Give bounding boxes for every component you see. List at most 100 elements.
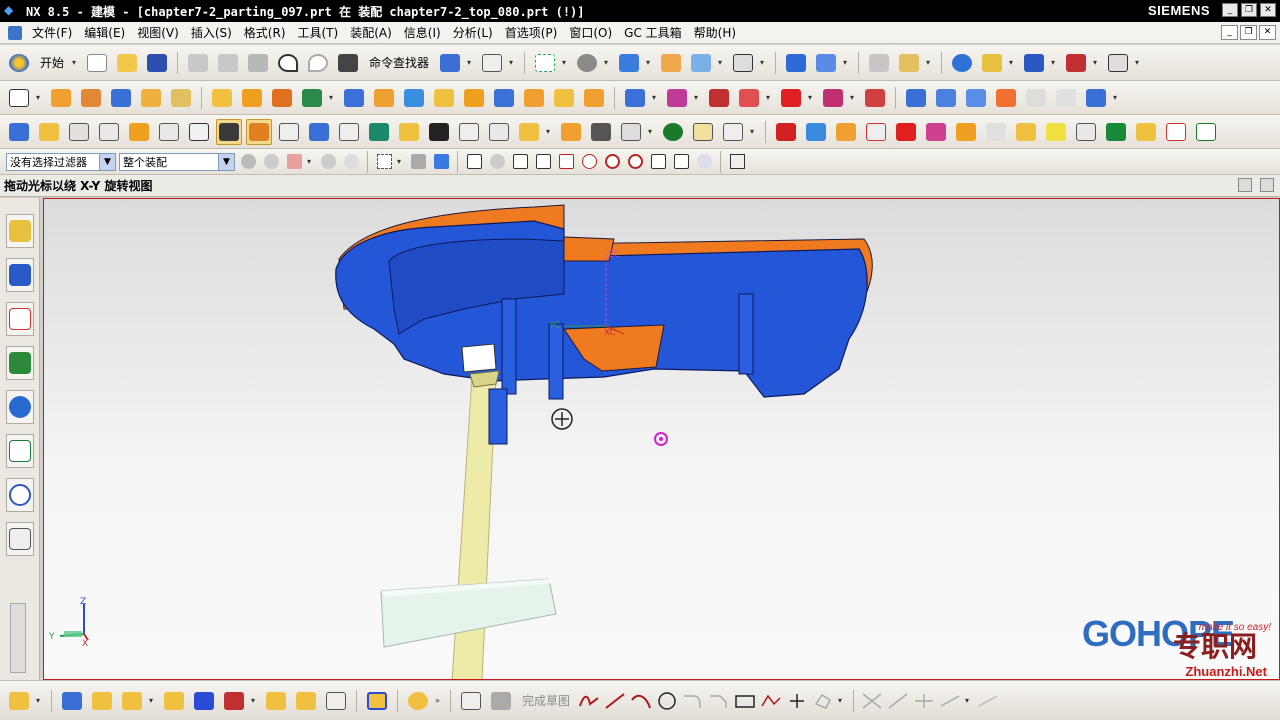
part-navigator-tab[interactable] (5, 302, 34, 336)
snap-midpoint-icon[interactable] (533, 152, 553, 172)
datum-dropdown-icon[interactable]: ▾ (329, 93, 337, 102)
menu-edit[interactable]: 编辑(E) (80, 24, 133, 41)
menu-file[interactable]: 文件(F) (28, 24, 80, 41)
layer-dropdown-icon[interactable]: ▾ (843, 58, 851, 67)
synchronous-icon[interactable] (820, 85, 846, 111)
assembly-mate-dropdown-icon[interactable]: ▾ (36, 696, 44, 705)
cut-icon[interactable] (185, 50, 211, 76)
close-window-button[interactable]: ✕ (1260, 3, 1276, 17)
add-existing-icon[interactable] (89, 688, 115, 714)
electrode-dropdown-icon[interactable]: ▾ (648, 127, 656, 136)
folder-icon[interactable] (658, 50, 684, 76)
bounded-plane-icon[interactable] (1023, 85, 1049, 111)
ejector-icon[interactable] (486, 119, 512, 145)
fillet-icon[interactable] (682, 690, 704, 712)
cone-icon[interactable] (168, 85, 194, 111)
constraint-navigator-tab[interactable] (5, 258, 34, 292)
sketch-dropdown-icon[interactable]: ▾ (36, 93, 44, 102)
axis-dropdown-icon[interactable]: ▾ (926, 58, 934, 67)
cue-line-settings-icon[interactable] (1238, 178, 1252, 192)
offset-curve-dropdown-icon[interactable]: ▾ (838, 696, 846, 705)
render-icon[interactable] (574, 50, 600, 76)
trim-sheet-icon[interactable] (1053, 85, 1079, 111)
cavity-layout-icon[interactable] (366, 119, 392, 145)
mold-wizard-icon[interactable] (246, 118, 272, 145)
cooling-icon[interactable] (588, 119, 614, 145)
measure-icon[interactable] (979, 50, 1005, 76)
reuse-library-tab[interactable] (5, 346, 34, 380)
background-icon[interactable] (730, 50, 756, 76)
polygon-icon[interactable] (760, 690, 782, 712)
mold-tools-icon[interactable] (396, 119, 422, 145)
axis-icon[interactable] (896, 50, 922, 76)
trim-body-icon[interactable] (461, 85, 487, 111)
redo-icon[interactable] (305, 50, 331, 76)
ruler-dropdown-icon[interactable]: ▾ (1135, 58, 1143, 67)
workpiece-icon[interactable] (336, 119, 362, 145)
snap-icon[interactable] (949, 50, 975, 76)
move-face-icon[interactable] (736, 85, 762, 111)
doc-minimize-button[interactable]: _ (1221, 25, 1238, 40)
revolve-icon[interactable] (78, 85, 104, 111)
start-icon[interactable] (6, 50, 32, 76)
rectangle-icon[interactable] (734, 690, 756, 712)
menu-information[interactable]: 信息(I) (400, 24, 449, 41)
doc-restore-button[interactable]: ❐ (1240, 25, 1257, 40)
pattern-icon[interactable] (341, 85, 367, 111)
background-dropdown-icon[interactable]: ▾ (760, 58, 768, 67)
snap-intersection-icon[interactable] (579, 152, 599, 172)
move-component-icon[interactable] (156, 119, 182, 145)
delete-face-dropdown-icon[interactable]: ▾ (808, 93, 816, 102)
menu-preferences[interactable]: 首选项(P) (501, 24, 566, 41)
offset-face-icon[interactable] (622, 85, 648, 111)
copy-icon[interactable] (215, 50, 241, 76)
snap-point-icon[interactable] (464, 152, 484, 172)
command-finder-button[interactable]: 命令查找器 (369, 54, 429, 71)
rotate-arrows-icon[interactable] (1021, 50, 1047, 76)
clip-icon[interactable] (405, 688, 431, 714)
blue-body-filter-icon[interactable] (431, 152, 451, 172)
block-icon[interactable] (108, 85, 134, 111)
clip-dropdown-icon[interactable]: » (435, 696, 443, 705)
datum-icon[interactable] (299, 85, 325, 111)
add-component-icon[interactable] (36, 119, 62, 145)
new-component-icon[interactable] (66, 119, 92, 145)
assembly-navigator-icon[interactable] (6, 119, 32, 145)
cursor-filter-icon[interactable] (318, 152, 338, 172)
pocket-tool-icon[interactable] (690, 119, 716, 145)
split-body-icon[interactable] (491, 85, 517, 111)
replace-face-icon[interactable] (706, 85, 732, 111)
start-button[interactable]: 开始 (40, 54, 64, 71)
point-icon[interactable] (786, 690, 808, 712)
red-block-icon[interactable] (773, 119, 799, 145)
arc-icon[interactable] (630, 690, 652, 712)
blue-cube-icon[interactable] (803, 119, 829, 145)
check-icon[interactable] (1043, 119, 1069, 145)
new-file-icon[interactable] (84, 50, 110, 76)
new-parent-dropdown-icon[interactable]: ▾ (149, 696, 157, 705)
synchronous-dropdown-icon[interactable]: ▾ (850, 93, 858, 102)
arrow-cube-dropdown-icon[interactable]: ▾ (718, 58, 726, 67)
shrinkage-icon[interactable] (306, 119, 332, 145)
rectangle-select-dropdown-icon[interactable]: ▾ (397, 157, 405, 166)
sketch-task-icon[interactable] (458, 688, 484, 714)
snap-point-on-curve-icon[interactable] (648, 152, 668, 172)
pink-face-icon[interactable] (923, 119, 949, 145)
fit-dropdown-icon[interactable]: ▾ (562, 58, 570, 67)
filter-reset-icon[interactable] (261, 152, 281, 172)
cylinder-icon[interactable] (138, 85, 164, 111)
menu-view[interactable]: 视图(V) (133, 24, 187, 41)
exploded-view-icon[interactable] (221, 688, 247, 714)
hole-icon[interactable] (209, 85, 235, 111)
mold-cs-icon[interactable] (276, 119, 302, 145)
wcs-icon[interactable] (866, 50, 892, 76)
orient-icon[interactable] (783, 50, 809, 76)
parting-tools-icon[interactable] (216, 118, 242, 145)
extension-dropdown-icon[interactable]: ▾ (1113, 93, 1121, 102)
menu-analysis[interactable]: 分析(L) (449, 24, 501, 41)
menu-help[interactable]: 帮助(H) (690, 24, 744, 41)
exploded-dropdown-icon[interactable]: ▾ (251, 696, 259, 705)
axes-icon[interactable] (1193, 119, 1219, 145)
offset-face-dropdown-icon[interactable]: ▾ (652, 93, 660, 102)
component-filter-icon[interactable] (238, 152, 258, 172)
